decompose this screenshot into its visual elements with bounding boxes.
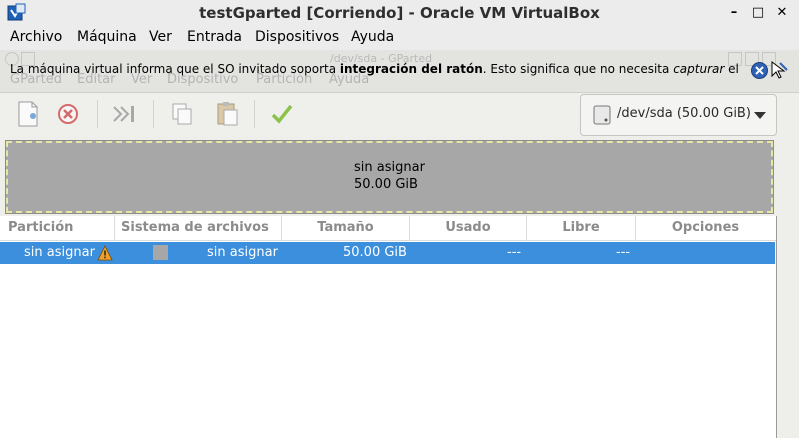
- chevron-down-icon: [754, 112, 766, 119]
- disk-graphic-label: sin asignar 50.00 GiB: [354, 159, 425, 193]
- disk-graphic-partition: sin asignar: [354, 160, 425, 175]
- filesystem-color-swatch: [153, 245, 168, 260]
- toolbar-separator: [153, 100, 154, 128]
- device-selector[interactable]: /dev/sda (50.00 GiB): [580, 94, 777, 136]
- column-header[interactable]: Partición: [0, 216, 115, 240]
- window-title: testGparted [Corriendo] - Oracle VM Virt…: [199, 4, 600, 22]
- table-row[interactable]: sin asignar sin asignar 50.00 GiB --- --…: [0, 242, 775, 264]
- menu-ayuda[interactable]: Ayuda: [351, 29, 394, 45]
- mouse-integration-icon[interactable]: [769, 60, 789, 80]
- disk-graphic[interactable]: sin asignar 50.00 GiB: [5, 140, 774, 214]
- menu-entrada[interactable]: Entrada: [187, 29, 242, 45]
- disk-graphic-size: 50.00 GiB: [354, 177, 418, 192]
- guest-header: /dev/sda - GParted GParted Editar Ver Di…: [0, 50, 799, 93]
- paste-icon[interactable]: [209, 96, 245, 132]
- notice-close-icon[interactable]: [751, 62, 768, 79]
- cell-size: 50.00 GiB: [343, 245, 407, 260]
- menu-archivo[interactable]: Archivo: [10, 29, 62, 45]
- mouse-integration-notice: La máquina virtual informa que el SO inv…: [10, 62, 739, 76]
- warning-icon: [97, 245, 113, 261]
- column-header[interactable]: Sistema de archivos: [115, 216, 282, 240]
- apply-icon[interactable]: [264, 96, 300, 132]
- minimize-button[interactable]: –: [723, 2, 745, 24]
- cell-filesystem: sin asignar: [207, 245, 278, 260]
- device-label: /dev/sda (50.00 GiB): [617, 106, 751, 121]
- column-header[interactable]: Tamaño: [282, 216, 410, 240]
- menu-maquina[interactable]: Máquina: [77, 29, 137, 45]
- maximize-button[interactable]: □: [747, 2, 769, 24]
- table-header: Partición Sistema de archivos Tamaño Usa…: [0, 216, 776, 241]
- column-header[interactable]: Opciones: [636, 216, 775, 240]
- new-icon[interactable]: [10, 96, 46, 132]
- delete-icon[interactable]: [50, 96, 86, 132]
- resize-move-icon[interactable]: [106, 96, 142, 132]
- close-button[interactable]: ✕: [771, 2, 793, 24]
- column-header[interactable]: Usado: [410, 216, 527, 240]
- copy-icon[interactable]: [164, 96, 200, 132]
- partition-table[interactable]: Partición Sistema de archivos Tamaño Usa…: [0, 216, 777, 438]
- cell-used: ---: [507, 245, 522, 260]
- toolbar-separator: [254, 100, 255, 128]
- menubar: Archivo Máquina Ver Entrada Dispositivos…: [0, 26, 799, 50]
- menu-ver[interactable]: Ver: [149, 29, 172, 45]
- window-titlebar: testGparted [Corriendo] - Oracle VM Virt…: [0, 0, 799, 26]
- toolbar-separator: [97, 100, 98, 128]
- column-header[interactable]: Libre: [527, 216, 636, 240]
- harddisk-icon: [593, 105, 611, 125]
- cell-free: ---: [616, 245, 631, 260]
- cell-partition: sin asignar: [24, 245, 95, 260]
- menu-dispositivos[interactable]: Dispositivos: [255, 29, 339, 45]
